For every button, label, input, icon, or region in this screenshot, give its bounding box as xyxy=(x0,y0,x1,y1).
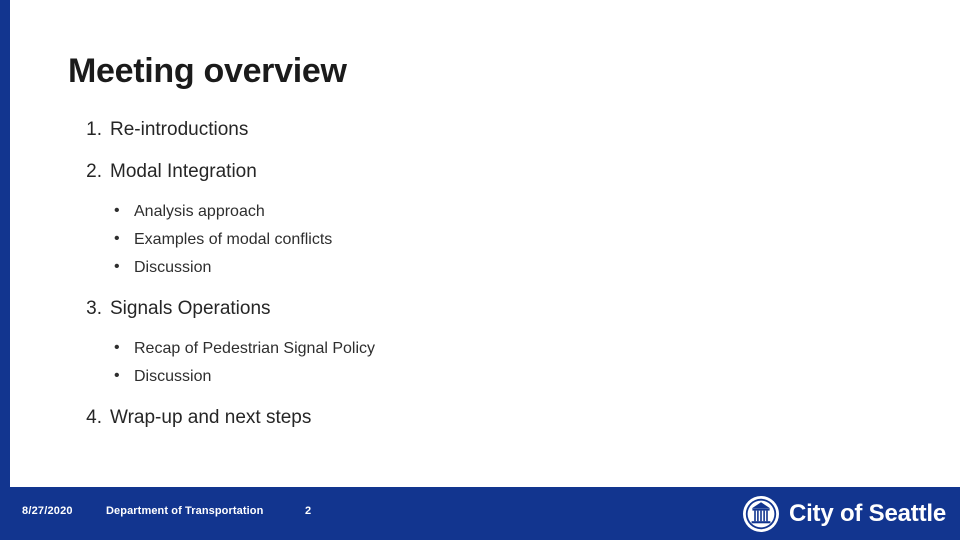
sublist-item-label: Discussion xyxy=(134,368,212,386)
list-item: 2. Modal Integration xyxy=(68,160,768,184)
sublist: • Recap of Pedestrian Signal Policy • Di… xyxy=(68,339,768,388)
sublist-item: • Examples of modal conflicts xyxy=(68,230,768,250)
brand-name: City of Seattle xyxy=(788,500,946,527)
footer-date: 8/27/2020 xyxy=(22,505,73,517)
sublist-item: • Discussion xyxy=(68,367,768,387)
bullet-icon: • xyxy=(114,367,120,385)
list-item-number: 4. xyxy=(86,406,102,428)
list-item-label: Re-introductions xyxy=(110,119,249,140)
list-item-label: Signals Operations xyxy=(110,297,271,319)
list-item-number: 1. xyxy=(86,119,102,140)
page-title: Meeting overview xyxy=(68,52,347,90)
bullet-icon: • xyxy=(114,201,120,219)
sublist: • Analysis approach • Examples of modal … xyxy=(68,202,768,279)
sublist-item-label: Discussion xyxy=(134,259,212,277)
city-seal-icon xyxy=(742,496,779,532)
list-item-label: Wrap-up and next steps xyxy=(110,406,312,428)
footer-page-number: 2 xyxy=(305,505,312,517)
sublist-item: • Discussion xyxy=(68,258,768,278)
brand-lockup: City of Seattle xyxy=(742,495,946,533)
list-item-label: Modal Integration xyxy=(110,160,257,182)
bullet-icon: • xyxy=(114,338,120,356)
footer-department: Department of Transportation xyxy=(106,505,264,517)
left-accent-bar xyxy=(0,0,10,487)
list-item-number: 2. xyxy=(86,160,102,182)
sublist-item-label: Analysis approach xyxy=(134,202,265,220)
slide-footer: 8/27/2020 Department of Transportation 2 xyxy=(0,487,960,540)
sublist-item-label: Examples of modal conflicts xyxy=(134,230,333,248)
bullet-icon: • xyxy=(114,229,120,247)
sublist-item-label: Recap of Pedestrian Signal Policy xyxy=(134,339,376,357)
list-item: 4. Wrap-up and next steps xyxy=(68,406,768,430)
sublist-item: • Recap of Pedestrian Signal Policy xyxy=(68,339,768,359)
list-item-number: 3. xyxy=(86,297,102,319)
agenda-list: 1. Re-introductions 2. Modal Integration… xyxy=(68,118,768,447)
list-item: 3. Signals Operations xyxy=(68,297,768,321)
sublist-item: • Analysis approach xyxy=(68,202,768,222)
list-item: 1. Re-introductions xyxy=(68,118,768,142)
slide: Meeting overview 1. Re-introductions 2. … xyxy=(0,0,960,540)
bullet-icon: • xyxy=(114,258,120,276)
